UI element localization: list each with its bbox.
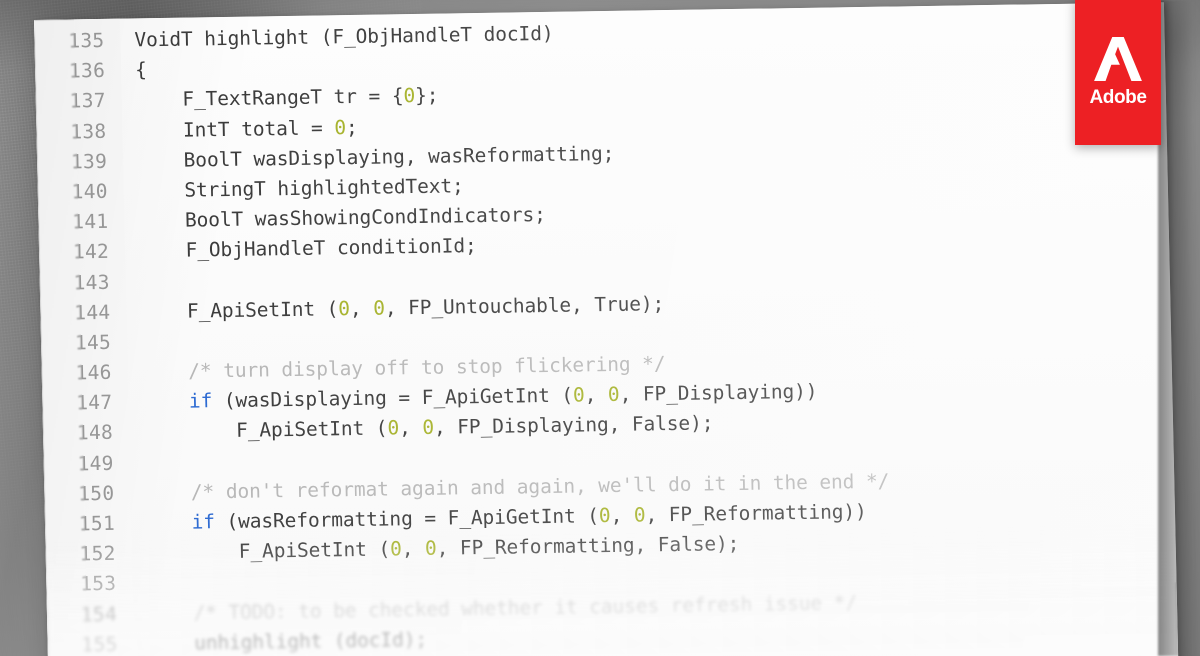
code-token-num: 0 [598, 503, 611, 528]
code-token-pln: (wasDisplaying = F_ApiGetInt ( [211, 383, 574, 413]
code-token-num: 0 [387, 416, 400, 440]
line-number: 150 [77, 481, 115, 506]
line-number: 143 [73, 270, 110, 294]
line-number: 139 [70, 149, 108, 174]
code-token-pln: IntT total = [136, 115, 335, 142]
code-token-pln: unhighlight (docId); [147, 627, 428, 656]
code-token-pln [145, 511, 192, 535]
line-number: 142 [72, 240, 110, 264]
code-token-pln: F_ApiSetInt ( [140, 296, 339, 324]
line-number: 152 [79, 541, 116, 566]
line-number: 151 [78, 511, 116, 536]
line-number: 147 [75, 391, 113, 415]
code-lines-container: 135 VoidT highlight (F_ObjHandleT docId) 1… [34, 2, 1179, 656]
code-token-num: 0 [633, 503, 646, 527]
line-number: 153 [79, 572, 117, 596]
code-token-num: 0 [424, 536, 437, 561]
code-token-pln: F_ObjHandleT conditionId; [138, 234, 477, 263]
code-token-pln: F_ApiSetInt ( [142, 416, 388, 444]
code-token-pln: ; [345, 115, 358, 139]
line-number: 141 [72, 209, 109, 234]
line-number: 145 [74, 330, 112, 355]
code-token-pln: (wasReformatting = F_ApiGetInt ( [214, 504, 600, 534]
code-token-kw: if [188, 389, 213, 413]
code-token-kw: if [191, 510, 216, 534]
line-number: 137 [69, 89, 107, 113]
adobe-wordmark: Adobe [1089, 86, 1147, 108]
code-editor-panel[interactable]: 135 VoidT highlight (F_ObjHandleT docId) 1… [34, 2, 1180, 656]
line-number: 155 [81, 632, 118, 656]
code-token-pln: }; [414, 84, 439, 108]
code-token-num: 0 [403, 84, 416, 108]
code-token-pln: , FP_Untouchable, True); [384, 291, 665, 320]
code-token-pln: , [584, 383, 609, 407]
code-token-num: 0 [334, 115, 347, 139]
line-number: 148 [76, 421, 114, 445]
code-token-pln: , [401, 537, 426, 561]
code-token-pln: , FP_Reformatting, False); [436, 532, 740, 560]
code-token-pln: , FP_Displaying)) [619, 379, 818, 407]
code-token-pln: F_TextRangeT tr = { [135, 84, 404, 112]
adobe-a-icon [1094, 36, 1142, 81]
code-token-num: 0 [422, 416, 435, 440]
line-number: 146 [75, 360, 112, 385]
code-token-pln: StringT highlightedText; [137, 174, 464, 203]
line-number: 138 [70, 119, 107, 144]
code-token-pln: F_ApiSetInt ( [145, 537, 391, 565]
code-token-num: 0 [572, 383, 585, 407]
code-editor-surface: 135 VoidT highlight (F_ObjHandleT docId) 1… [34, 2, 1180, 656]
code-token-pln: , [349, 296, 374, 320]
code-token-pln: , FP_Reformatting)) [645, 499, 867, 527]
line-number: 154 [80, 602, 118, 626]
line-number: 140 [71, 179, 109, 204]
code-token-pln: , FP_Displaying, False); [433, 411, 714, 440]
code-token-pln: , [610, 503, 635, 527]
code-token-num: 0 [338, 296, 351, 320]
code-token-num: 0 [607, 383, 620, 407]
line-number: 135 [68, 28, 105, 53]
code-token-pln: { [134, 58, 148, 82]
screenshot-stage: 135 VoidT highlight (F_ObjHandleT docId) 1… [0, 0, 1200, 656]
code-token-pln: VoidT highlight (F_ObjHandleT docId) [134, 21, 554, 52]
code-token-num: 0 [389, 537, 402, 561]
code-token-pln [142, 390, 189, 414]
line-number: 149 [77, 451, 114, 475]
code-token-pln: , [398, 416, 423, 440]
line-number: 144 [74, 300, 111, 325]
line-number: 136 [68, 59, 106, 83]
adobe-logo-banner[interactable]: Adobe [1075, 0, 1161, 145]
